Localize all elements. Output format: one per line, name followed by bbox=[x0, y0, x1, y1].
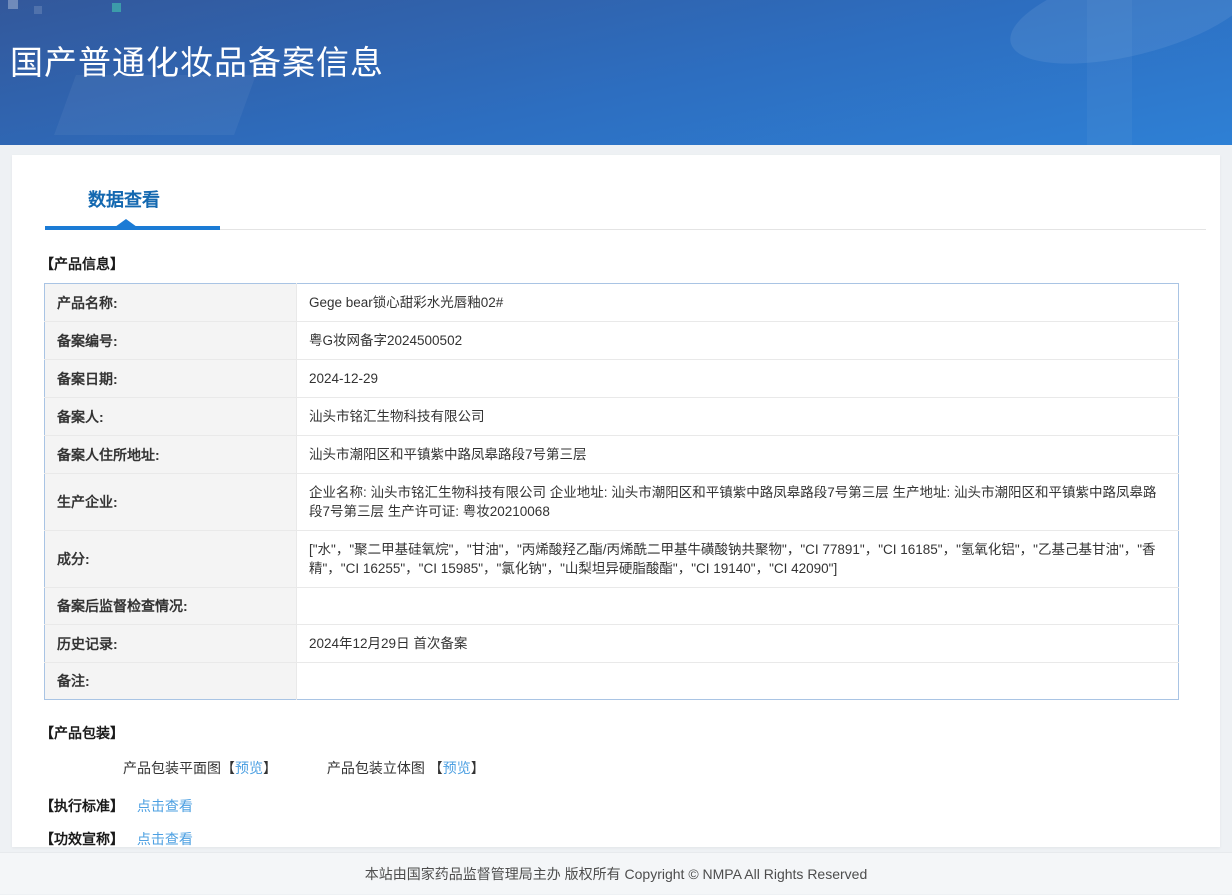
row-label: 历史记录: bbox=[45, 625, 297, 663]
row-label: 备案后监督检查情况: bbox=[45, 588, 297, 625]
row-value: 企业名称: 汕头市铭汇生物科技有限公司 企业地址: 汕头市潮阳区和平镇紫中路凤皋… bbox=[297, 474, 1179, 531]
row-label: 备案日期: bbox=[45, 360, 297, 398]
section-title-efficacy: 【功效宣称】 bbox=[40, 831, 124, 847]
row-value: 汕头市铭汇生物科技有限公司 bbox=[297, 398, 1179, 436]
tab-bar: 数据查看 bbox=[12, 155, 1220, 230]
footer-copyright-text: 本站由国家药品监督管理局主办 版权所有 Copyright © NMPA All… bbox=[365, 866, 867, 882]
table-row: 备案日期: 2024-12-29 bbox=[45, 360, 1179, 398]
table-row: 备案人: 汕头市铭汇生物科技有限公司 bbox=[45, 398, 1179, 436]
row-value bbox=[297, 663, 1179, 700]
row-value: 汕头市潮阳区和平镇紫中路凤皋路段7号第三层 bbox=[297, 436, 1179, 474]
package-flat-item: 产品包装平面图【预览】 bbox=[123, 758, 277, 778]
row-label: 成分: bbox=[45, 531, 297, 588]
bracket-close: 】 bbox=[471, 760, 485, 776]
table-row: 备案后监督检查情况: bbox=[45, 588, 1179, 625]
package-flat-preview-link[interactable]: 预览 bbox=[235, 760, 263, 776]
tab-divider bbox=[45, 229, 1206, 230]
row-value: ["水"，"聚二甲基硅氧烷"，"甘油"，"丙烯酸羟乙酯/丙烯酰二甲基牛磺酸钠共聚… bbox=[297, 531, 1179, 588]
package-preview-row: 产品包装平面图【预览】 产品包装立体图 【预览】 bbox=[123, 758, 1220, 778]
row-value: 2024-12-29 bbox=[297, 360, 1179, 398]
section-title-product-info: 【产品信息】 bbox=[40, 254, 1220, 274]
efficacy-row: 【功效宣称】 点击查看 bbox=[40, 829, 1220, 849]
tab-data-view[interactable]: 数据查看 bbox=[88, 186, 160, 212]
table-row: 备案编号: 粤G妆网备字2024500502 bbox=[45, 322, 1179, 360]
product-info-table: 产品名称: Gege bear锁心甜彩水光唇釉02# 备案编号: 粤G妆网备字2… bbox=[44, 283, 1179, 700]
row-label: 产品名称: bbox=[45, 284, 297, 322]
header-decoration-shape bbox=[1087, 0, 1132, 145]
bracket-close: 】 bbox=[263, 760, 277, 776]
row-value bbox=[297, 588, 1179, 625]
content-card: 数据查看 【产品信息】 产品名称: Gege bear锁心甜彩水光唇釉02# 备… bbox=[12, 155, 1220, 847]
efficacy-view-link[interactable]: 点击查看 bbox=[137, 831, 193, 847]
page-footer: 本站由国家药品监督管理局主办 版权所有 Copyright © NMPA All… bbox=[0, 852, 1232, 894]
table-row: 备注: bbox=[45, 663, 1179, 700]
table-row: 成分: ["水"，"聚二甲基硅氧烷"，"甘油"，"丙烯酸羟乙酯/丙烯酰二甲基牛磺… bbox=[45, 531, 1179, 588]
header-decoration-shape bbox=[54, 75, 256, 135]
section-title-standard: 【执行标准】 bbox=[40, 798, 124, 814]
row-value: Gege bear锁心甜彩水光唇釉02# bbox=[297, 284, 1179, 322]
product-info-table-body: 产品名称: Gege bear锁心甜彩水光唇釉02# 备案编号: 粤G妆网备字2… bbox=[45, 284, 1179, 700]
bracket-open: 【 bbox=[429, 760, 443, 776]
row-label: 备案人住所地址: bbox=[45, 436, 297, 474]
package-stereo-item: 产品包装立体图 【预览】 bbox=[327, 758, 485, 778]
page-title: 国产普通化妆品备案信息 bbox=[10, 36, 384, 84]
section-title-product-package: 【产品包装】 bbox=[40, 723, 1220, 743]
row-label: 备案人: bbox=[45, 398, 297, 436]
table-row: 历史记录: 2024年12月29日 首次备案 bbox=[45, 625, 1179, 663]
table-row: 生产企业: 企业名称: 汕头市铭汇生物科技有限公司 企业地址: 汕头市潮阳区和平… bbox=[45, 474, 1179, 531]
tab-caret-icon bbox=[115, 219, 137, 227]
row-label: 生产企业: bbox=[45, 474, 297, 531]
row-label: 备案编号: bbox=[45, 322, 297, 360]
package-stereo-label: 产品包装立体图 bbox=[327, 760, 429, 776]
table-row: 产品名称: Gege bear锁心甜彩水光唇釉02# bbox=[45, 284, 1179, 322]
standard-row: 【执行标准】 点击查看 bbox=[40, 796, 1220, 816]
standard-view-link[interactable]: 点击查看 bbox=[137, 798, 193, 814]
package-flat-label: 产品包装平面图 bbox=[123, 760, 221, 776]
row-value: 2024年12月29日 首次备案 bbox=[297, 625, 1179, 663]
header-decoration-shape bbox=[1000, 0, 1232, 84]
bracket-open: 【 bbox=[221, 760, 235, 776]
package-stereo-preview-link[interactable]: 预览 bbox=[443, 760, 471, 776]
page-header: 国产普通化妆品备案信息 bbox=[0, 0, 1232, 145]
row-value: 粤G妆网备字2024500502 bbox=[297, 322, 1179, 360]
header-decoration-square bbox=[34, 6, 42, 14]
header-decoration-square bbox=[8, 0, 18, 9]
table-row: 备案人住所地址: 汕头市潮阳区和平镇紫中路凤皋路段7号第三层 bbox=[45, 436, 1179, 474]
header-decoration-square bbox=[112, 3, 121, 12]
row-label: 备注: bbox=[45, 663, 297, 700]
